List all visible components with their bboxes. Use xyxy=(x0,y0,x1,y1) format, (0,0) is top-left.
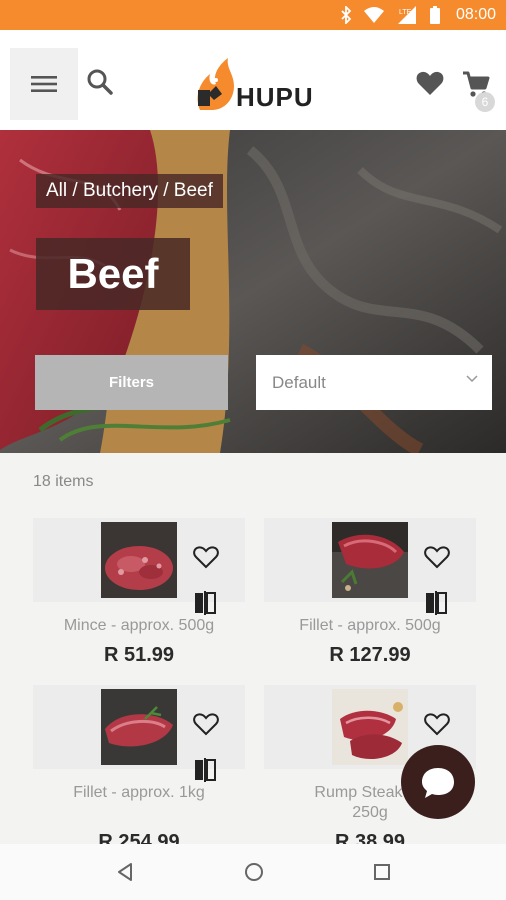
product-name[interactable]: Fillet - approx. 1kg xyxy=(33,783,245,803)
product-card[interactable]: Fillet - approx. 1kg R 254.99 xyxy=(33,685,245,853)
beef-fillet-with-herbs-image xyxy=(101,689,177,765)
status-bar: LTE 08:00 xyxy=(0,0,506,30)
back-icon[interactable] xyxy=(115,862,135,882)
product-image[interactable] xyxy=(332,689,408,765)
home-icon[interactable] xyxy=(244,862,264,882)
menu-button[interactable] xyxy=(10,48,78,120)
sort-select-value: Default xyxy=(272,372,326,392)
logo-text: HUPU xyxy=(236,82,314,112)
battery-icon xyxy=(429,6,440,24)
category-hero: All / Butchery / Beef Beef Filters Defau… xyxy=(0,130,506,453)
product-name[interactable]: Fillet - approx. 500g xyxy=(264,616,476,636)
rump-steak-image xyxy=(332,689,408,765)
cart-count-badge: 6 xyxy=(475,92,495,112)
wishlist-button[interactable] xyxy=(416,70,446,100)
product-image[interactable] xyxy=(332,522,408,598)
app-header: HUPU 6 xyxy=(0,30,506,130)
minced-beef-image xyxy=(101,522,177,598)
cellular-signal-icon: LTE xyxy=(397,6,416,24)
wifi-icon xyxy=(363,7,384,23)
hamburger-icon xyxy=(31,76,57,92)
product-price: R 51.99 xyxy=(103,644,175,666)
recents-icon[interactable] xyxy=(373,863,391,881)
product-card[interactable]: Mince - approx. 500g R 51.99 xyxy=(33,518,245,678)
search-icon xyxy=(87,69,113,95)
beef-fillet-on-board-image xyxy=(332,522,408,598)
sort-select[interactable]: Default xyxy=(256,355,492,410)
flame-mark-icon xyxy=(197,58,234,110)
product-image[interactable] xyxy=(101,689,177,765)
heart-icon xyxy=(416,71,444,95)
chat-bubble-icon xyxy=(422,768,454,798)
compare-icon[interactable] xyxy=(193,591,217,615)
compare-icon[interactable] xyxy=(424,591,448,615)
chat-button[interactable] xyxy=(401,745,475,819)
product-card[interactable]: Fillet - approx. 500g R 127.99 xyxy=(264,518,476,678)
product-image[interactable] xyxy=(101,522,177,598)
bluetooth-icon xyxy=(341,6,352,24)
product-name[interactable]: Mince - approx. 500g xyxy=(33,616,245,636)
search-button[interactable] xyxy=(86,68,116,98)
favorite-heart-icon[interactable] xyxy=(424,544,450,570)
compare-icon[interactable] xyxy=(193,758,217,782)
product-name-line2: 250g xyxy=(352,804,388,821)
items-count: 18 items xyxy=(33,473,94,490)
system-nav-bar xyxy=(0,844,506,900)
favorite-heart-icon[interactable] xyxy=(424,711,450,737)
favorite-heart-icon[interactable] xyxy=(193,711,219,737)
svg-text:LTE: LTE xyxy=(399,9,412,16)
breadcrumb[interactable]: All / Butchery / Beef xyxy=(36,174,223,208)
page-title: Beef xyxy=(36,238,190,310)
filters-button[interactable]: Filters xyxy=(35,355,228,410)
favorite-heart-icon[interactable] xyxy=(193,544,219,570)
product-price: R 127.99 xyxy=(329,644,411,666)
status-time: 08:00 xyxy=(455,6,496,23)
chevron-down-icon xyxy=(466,375,478,383)
